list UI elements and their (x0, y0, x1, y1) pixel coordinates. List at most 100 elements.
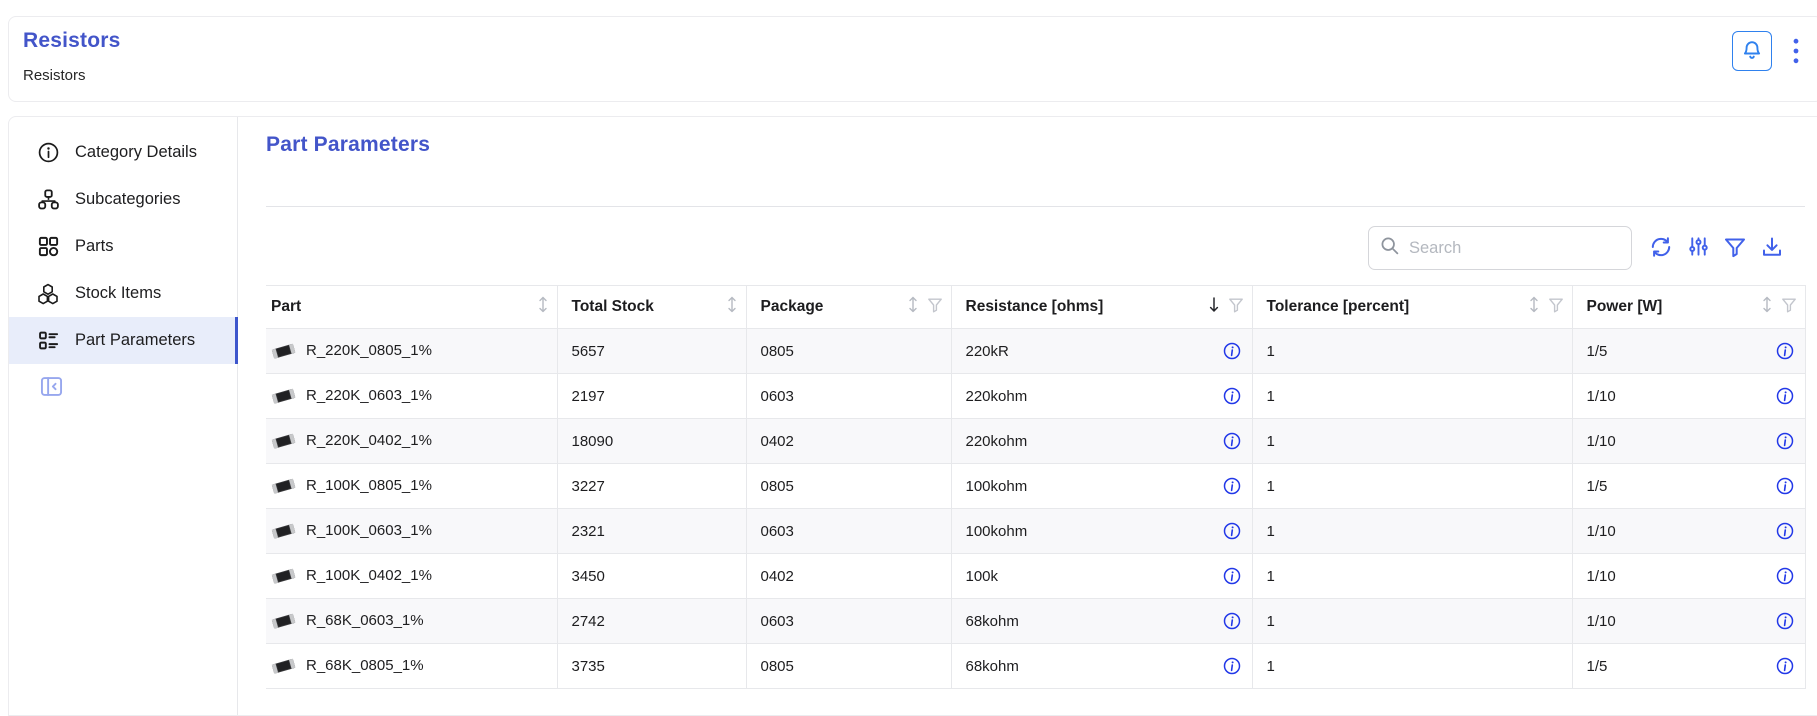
info-icon[interactable] (1223, 477, 1241, 495)
search-input[interactable] (1409, 239, 1621, 258)
sidebar-item-category-details[interactable]: Category Details (9, 129, 237, 176)
part-parameters-table: Part Total Stock (266, 285, 1806, 689)
sidebar-item-label: Parts (75, 237, 114, 256)
column-header-tolerance[interactable]: Tolerance [percent] (1252, 286, 1572, 329)
info-icon[interactable] (1776, 387, 1794, 405)
power-cell: 1/10 (1572, 509, 1805, 554)
resistor-thumbnail[interactable] (271, 387, 297, 405)
cubes-icon (36, 282, 60, 306)
sidebar-item-label: Stock Items (75, 284, 161, 303)
column-filter-icon[interactable] (1781, 297, 1797, 318)
part-name: R_220K_0603_1% (306, 387, 432, 404)
column-header-resistance[interactable]: Resistance [ohms] (951, 286, 1252, 329)
refresh-button[interactable] (1649, 236, 1673, 260)
table-body: R_220K_0805_1%56570805220kR 11/5 R_220K_… (266, 329, 1805, 689)
part-name: R_100K_0402_1% (306, 567, 432, 584)
sidebar-item-part-parameters[interactable]: Part Parameters (9, 317, 237, 364)
info-icon[interactable] (1776, 612, 1794, 630)
resistor-thumbnail[interactable] (271, 432, 297, 450)
tolerance-cell: 1 (1252, 554, 1572, 599)
notifications-button[interactable] (1732, 31, 1772, 71)
info-icon[interactable] (1776, 342, 1794, 360)
column-header-power[interactable]: Power [W] (1572, 286, 1805, 329)
package-cell: 0402 (746, 419, 951, 464)
part-cell: R_100K_0805_1% (266, 464, 557, 509)
resistor-thumbnail[interactable] (271, 612, 297, 630)
search-box (1368, 226, 1632, 270)
section-divider (266, 206, 1805, 207)
table-toolbar (266, 226, 1805, 270)
part-cell: R_68K_0603_1% (266, 599, 557, 644)
sidebar-item-parts[interactable]: Parts (9, 223, 237, 270)
tolerance-cell: 1 (1252, 599, 1572, 644)
filter-icon (1723, 235, 1747, 262)
download-button[interactable] (1760, 236, 1784, 260)
collapse-sidebar-button[interactable] (36, 374, 66, 404)
tolerance-cell: 1 (1252, 329, 1572, 374)
tolerance-cell: 1 (1252, 509, 1572, 554)
table-header-row: Part Total Stock (266, 286, 1805, 329)
resistance-cell: 100k (951, 554, 1252, 599)
resistor-thumbnail[interactable] (271, 342, 297, 360)
tolerance-cell: 1 (1252, 644, 1572, 689)
column-header-package[interactable]: Package (746, 286, 951, 329)
resistance-cell: 220kohm (951, 419, 1252, 464)
column-filter-icon[interactable] (1228, 297, 1244, 318)
section-title: Part Parameters (266, 133, 1817, 157)
column-header-part[interactable]: Part (266, 286, 557, 329)
header-text: Resistors Resistors (23, 29, 121, 84)
kebab-menu-icon[interactable] (1786, 31, 1806, 71)
part-name: R_220K_0805_1% (306, 342, 432, 359)
list-details-icon (36, 329, 60, 353)
total-stock-cell: 18090 (557, 419, 746, 464)
table-row: R_68K_0805_1%3735080568kohm 11/5 (266, 644, 1805, 689)
column-filter-icon[interactable] (927, 297, 943, 318)
grid-icon (36, 235, 60, 259)
info-icon[interactable] (1223, 342, 1241, 360)
info-icon[interactable] (1776, 567, 1794, 585)
resistance-cell: 68kohm (951, 644, 1252, 689)
column-header-total-stock[interactable]: Total Stock (557, 286, 746, 329)
resistor-thumbnail[interactable] (271, 477, 297, 495)
column-filter-icon[interactable] (1548, 297, 1564, 318)
breadcrumb: Resistors (23, 67, 121, 84)
table-row: R_100K_0603_1%23210603100kohm 11/10 (266, 509, 1805, 554)
info-icon[interactable] (1223, 432, 1241, 450)
info-icon[interactable] (1223, 657, 1241, 675)
info-icon[interactable] (1223, 387, 1241, 405)
info-icon[interactable] (1776, 657, 1794, 675)
total-stock-cell: 2197 (557, 374, 746, 419)
power-cell: 1/5 (1572, 464, 1805, 509)
sidebar-item-label: Part Parameters (75, 331, 195, 350)
info-icon[interactable] (1223, 612, 1241, 630)
resistor-thumbnail[interactable] (271, 657, 297, 675)
sort-desc-icon (1208, 296, 1220, 318)
sort-icon (1761, 296, 1773, 318)
info-icon[interactable] (1776, 522, 1794, 540)
info-icon[interactable] (1223, 567, 1241, 585)
sidebar: Category Details Subcategories (9, 117, 238, 715)
table-row: R_68K_0603_1%2742060368kohm 11/10 (266, 599, 1805, 644)
sidebar-item-subcategories[interactable]: Subcategories (9, 176, 237, 223)
page-title: Resistors (23, 29, 121, 53)
power-cell: 1/10 (1572, 419, 1805, 464)
power-cell: 1/10 (1572, 554, 1805, 599)
part-name: R_220K_0402_1% (306, 432, 432, 449)
filter-button[interactable] (1723, 236, 1747, 260)
info-icon[interactable] (1223, 522, 1241, 540)
column-settings-button[interactable] (1686, 236, 1710, 260)
resistor-thumbnail[interactable] (271, 522, 297, 540)
package-cell: 0805 (746, 464, 951, 509)
header-actions (1732, 31, 1806, 71)
part-name: R_68K_0603_1% (306, 612, 424, 629)
info-icon[interactable] (1776, 477, 1794, 495)
refresh-icon (1649, 235, 1673, 262)
sort-icon (537, 296, 549, 318)
sidebar-item-stock-items[interactable]: Stock Items (9, 270, 237, 317)
collapse-panel-icon (38, 373, 65, 405)
resistor-thumbnail[interactable] (271, 567, 297, 585)
total-stock-cell: 3735 (557, 644, 746, 689)
part-cell: R_220K_0603_1% (266, 374, 557, 419)
info-icon[interactable] (1776, 432, 1794, 450)
package-cell: 0603 (746, 509, 951, 554)
